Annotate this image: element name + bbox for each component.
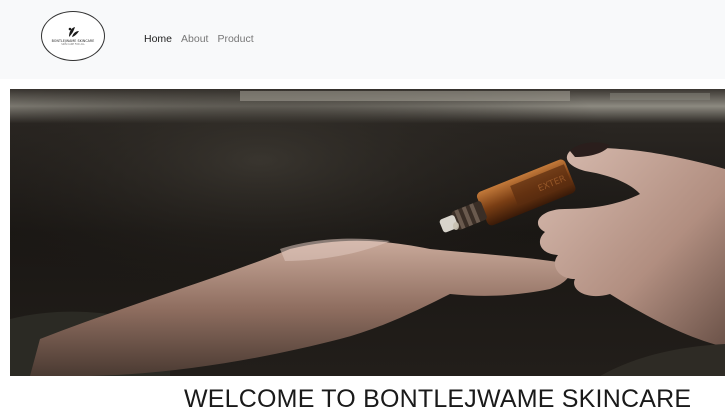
nav-links: Home About Product (144, 33, 263, 45)
nav-link-home[interactable]: Home (144, 33, 172, 45)
nav-link-product[interactable]: Product (217, 33, 253, 45)
nav-link-about[interactable]: About (181, 33, 208, 45)
logo-subtext: SKIN CARE FOR ALL (61, 43, 85, 46)
navbar: BONTLEJWAME SKINCARE SKIN CARE FOR ALL H… (0, 0, 725, 79)
hero-image: EXTER (10, 89, 725, 376)
logo-leaf-icon (68, 27, 79, 37)
brand-logo[interactable]: BONTLEJWAME SKINCARE SKIN CARE FOR ALL (41, 11, 105, 61)
welcome-heading: WELCOME TO BONTLEJWAME SKINCARE (184, 385, 692, 413)
